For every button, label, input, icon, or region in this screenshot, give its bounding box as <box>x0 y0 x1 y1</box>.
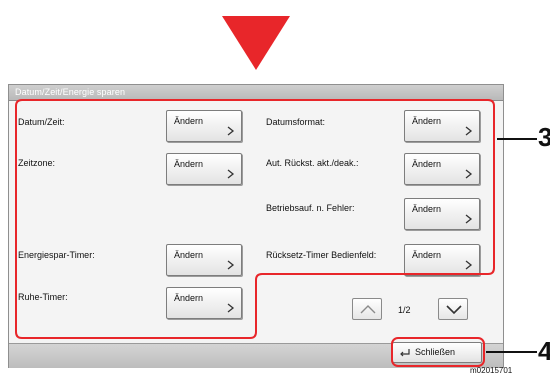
chevron-right-icon <box>465 214 473 224</box>
change-button-datum-zeit[interactable]: Ändern <box>166 110 242 142</box>
callout-line-4 <box>486 351 537 353</box>
button-label: Ändern <box>174 250 204 260</box>
red-arrow-down-icon <box>222 16 290 70</box>
chevron-right-icon <box>465 260 473 270</box>
button-label: Ändern <box>412 204 442 214</box>
chevron-right-icon <box>227 169 235 179</box>
button-label: Ändern <box>412 250 442 260</box>
dialog-titlebar: Datum/Zeit/Energie sparen <box>9 85 503 101</box>
page-up-button[interactable] <box>352 298 382 320</box>
label-zeitzone: Zeitzone: <box>18 158 56 168</box>
change-button-zeitzone[interactable]: Ändern <box>166 153 242 185</box>
change-button-betriebsauf-fehler[interactable]: Ändern <box>404 198 480 230</box>
return-icon <box>400 349 410 357</box>
button-label: Ändern <box>174 159 204 169</box>
change-button-auto-reset[interactable]: Ändern <box>404 153 480 185</box>
close-button-label: Schließen <box>415 347 456 357</box>
button-label: Ändern <box>412 159 442 169</box>
chevron-right-icon <box>227 126 235 136</box>
label-energiespar-timer: Energiespar-Timer: <box>18 250 95 260</box>
image-code: m02015701 <box>470 366 513 375</box>
label-auto-reset: Aut. Rückst. akt./deak.: <box>266 158 359 168</box>
change-button-energiespar-timer[interactable]: Ändern <box>166 244 242 276</box>
page-down-button[interactable] <box>438 298 468 320</box>
label-betriebsauf-fehler: Betriebsauf. n. Fehler: <box>266 203 355 213</box>
label-ruecksetz-timer: Rücksetz-Timer Bedienfeld: <box>266 250 377 260</box>
chevron-right-icon <box>465 169 473 179</box>
chevron-right-icon <box>465 126 473 136</box>
close-button[interactable]: Schließen <box>392 342 482 363</box>
chevron-down-icon <box>446 305 462 315</box>
callout-number-4: 4 <box>538 336 550 366</box>
chevron-up-icon <box>360 305 376 314</box>
label-ruhe-timer: Ruhe-Timer: <box>18 292 68 302</box>
button-label: Ändern <box>174 116 204 126</box>
callout-number-3: 3 <box>538 122 550 152</box>
chevron-right-icon <box>227 260 235 270</box>
button-label: Ändern <box>412 116 442 126</box>
label-datumsformat: Datumsformat: <box>266 117 326 127</box>
change-button-ruhe-timer[interactable]: Ändern <box>166 287 242 319</box>
change-button-datumsformat[interactable]: Ändern <box>404 110 480 142</box>
chevron-right-icon <box>227 303 235 313</box>
dialog-title: Datum/Zeit/Energie sparen <box>15 87 126 97</box>
page-indicator: 1/2 <box>398 305 411 315</box>
change-button-ruecksetz-timer[interactable]: Ändern <box>404 244 480 276</box>
button-label: Ändern <box>174 293 204 303</box>
label-datum-zeit: Datum/Zeit: <box>18 117 65 127</box>
callout-line-3 <box>497 138 537 140</box>
